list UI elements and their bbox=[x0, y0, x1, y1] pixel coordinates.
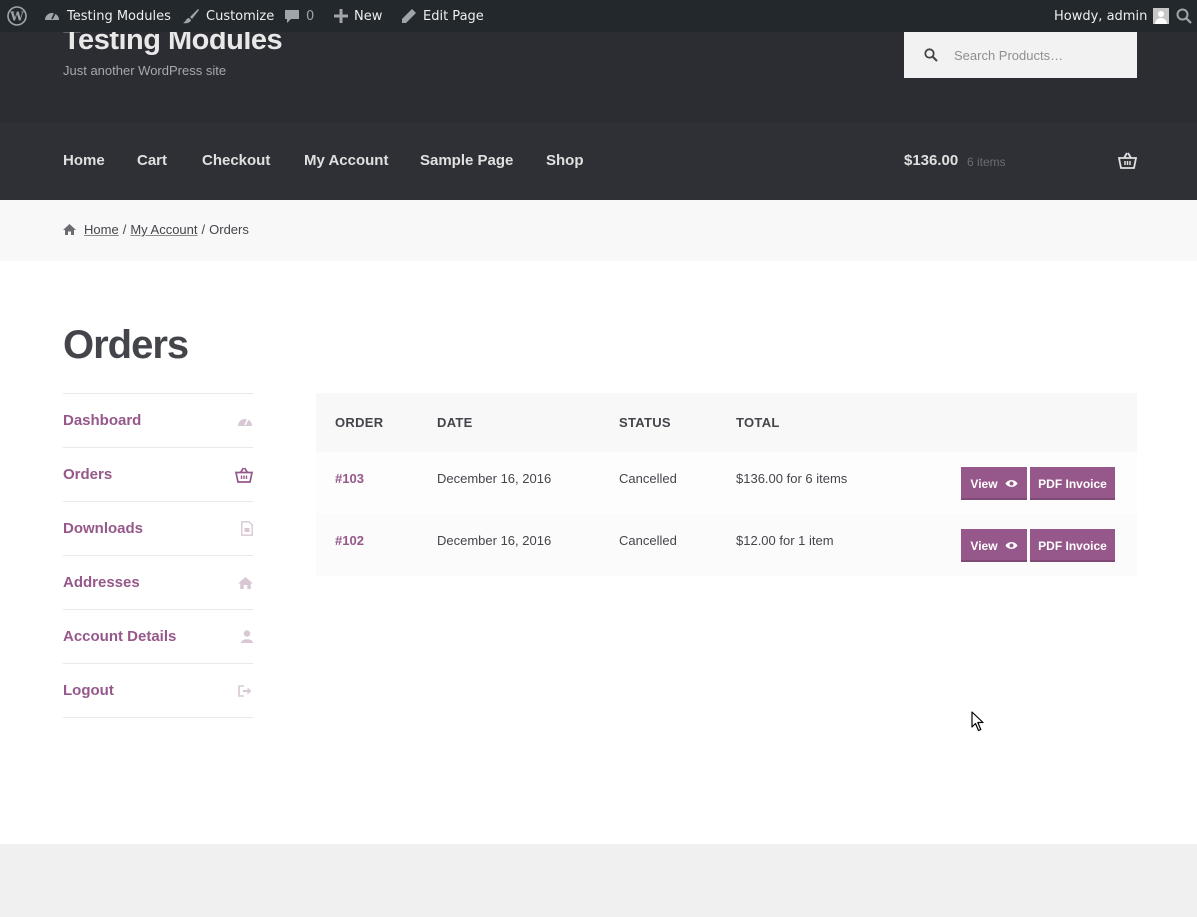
basket-icon bbox=[235, 467, 253, 483]
table-row: #102 December 16, 2016 Cancelled $12.00 … bbox=[316, 514, 1137, 576]
nav-item-checkout[interactable]: Checkout bbox=[202, 152, 270, 169]
file-icon bbox=[241, 521, 253, 536]
order-total: $12.00 for 1 item bbox=[736, 533, 834, 548]
table-row: #103 December 16, 2016 Cancelled $136.00… bbox=[316, 452, 1137, 514]
breadcrumb-home-link[interactable]: Home bbox=[84, 222, 119, 237]
dashboard-icon bbox=[238, 418, 252, 426]
breadcrumb-my-account-link[interactable]: My Account bbox=[130, 222, 197, 237]
user-icon bbox=[241, 630, 253, 643]
view-order-button[interactable]: View bbox=[961, 467, 1027, 500]
account-nav-label: Dashboard bbox=[63, 412, 142, 429]
adminbar-new[interactable]: New bbox=[334, 0, 382, 32]
adminbar-site-name-label: Testing Modules bbox=[67, 8, 171, 24]
adminbar-site-name[interactable]: Testing Modules bbox=[43, 0, 171, 32]
order-date: December 16, 2016 bbox=[437, 471, 552, 486]
table-header: ORDER DATE STATUS TOTAL bbox=[316, 393, 1137, 452]
wordpress-icon: W bbox=[7, 6, 27, 26]
search-icon bbox=[924, 48, 938, 62]
breadcrumb: Home / My Account / Orders bbox=[63, 222, 249, 237]
breadcrumb-separator: / bbox=[201, 222, 206, 237]
avatar bbox=[1153, 8, 1170, 24]
order-number-link[interactable]: #103 bbox=[335, 471, 364, 486]
adminbar-account[interactable]: Howdy, admin bbox=[1054, 0, 1170, 32]
view-button-label: View bbox=[970, 476, 998, 491]
admin-bar: W Testing Modules Customize 0 New Edit P… bbox=[0, 0, 1197, 32]
account-nav-label: Addresses bbox=[63, 574, 140, 591]
account-nav-label: Downloads bbox=[63, 520, 144, 537]
breadcrumb-separator: / bbox=[122, 222, 127, 237]
nav-item-my-account[interactable]: My Account bbox=[304, 152, 388, 169]
adminbar-edit-page-label: Edit Page bbox=[423, 8, 484, 24]
pdf-invoice-button[interactable]: PDF Invoice bbox=[1030, 467, 1115, 500]
adminbar-customize-label: Customize bbox=[206, 8, 275, 24]
adminbar-comments-count: 0 bbox=[306, 8, 315, 24]
pdf-invoice-button[interactable]: PDF Invoice bbox=[1030, 529, 1115, 562]
column-header-status: STATUS bbox=[619, 415, 671, 430]
column-header-order: ORDER bbox=[335, 415, 384, 430]
nav-item-home[interactable]: Home bbox=[63, 152, 105, 169]
column-header-total: TOTAL bbox=[736, 415, 780, 430]
adminbar-comments[interactable]: 0 bbox=[284, 0, 314, 32]
home-icon bbox=[238, 576, 253, 589]
column-header-date: DATE bbox=[437, 415, 473, 430]
basket-icon[interactable] bbox=[1118, 152, 1137, 170]
header-cart-count: 6 items bbox=[967, 155, 1006, 169]
account-nav-dashboard[interactable]: Dashboard bbox=[63, 394, 253, 448]
account-nav-label: Account Details bbox=[63, 628, 177, 645]
page-title: Orders bbox=[63, 323, 189, 367]
account-nav-label: Orders bbox=[63, 466, 113, 483]
wordpress-logo-button[interactable]: W bbox=[7, 0, 27, 32]
account-nav-account-details[interactable]: Account Details bbox=[63, 610, 253, 664]
breadcrumb-bar: Home / My Account / Orders bbox=[0, 200, 1197, 261]
nav-item-cart[interactable]: Cart bbox=[137, 152, 167, 169]
paintbrush-icon bbox=[183, 9, 199, 24]
account-nav-orders[interactable]: Orders bbox=[63, 448, 253, 502]
primary-navigation: Home Cart Checkout My Account Sample Pag… bbox=[0, 123, 1197, 200]
mouse-cursor-icon bbox=[971, 711, 984, 732]
main-content: Orders Dashboard Orders Downloads Addres… bbox=[0, 261, 1197, 844]
site-description: Just another WordPress site bbox=[63, 63, 227, 78]
adminbar-edit-page[interactable]: Edit Page bbox=[401, 0, 484, 32]
order-date: December 16, 2016 bbox=[437, 533, 552, 548]
adminbar-search[interactable] bbox=[1176, 0, 1192, 32]
orders-table: ORDER DATE STATUS TOTAL #103 December 16… bbox=[316, 393, 1137, 576]
site-footer bbox=[0, 844, 1197, 917]
header-cart-amount[interactable]: $136.00 bbox=[904, 152, 958, 169]
search-input[interactable] bbox=[944, 38, 1132, 72]
breadcrumb-current: Orders bbox=[209, 222, 249, 237]
nav-item-shop[interactable]: Shop bbox=[546, 152, 584, 169]
sign-out-icon bbox=[238, 684, 252, 697]
account-nav-label: Logout bbox=[63, 682, 114, 699]
plus-icon bbox=[334, 9, 348, 23]
adminbar-howdy-label: Howdy, admin bbox=[1054, 8, 1148, 24]
order-status: Cancelled bbox=[619, 533, 677, 548]
site-header: Testing Modules Just another WordPress s… bbox=[0, 24, 1197, 123]
eye-icon bbox=[1005, 542, 1018, 549]
order-number-link[interactable]: #102 bbox=[335, 533, 364, 548]
eye-icon bbox=[1005, 480, 1018, 487]
pencil-icon bbox=[402, 9, 416, 23]
svg-text:W: W bbox=[9, 10, 24, 24]
home-icon bbox=[63, 224, 76, 235]
order-total: $136.00 for 6 items bbox=[736, 471, 848, 486]
adminbar-new-label: New bbox=[354, 8, 383, 24]
search-icon bbox=[1176, 8, 1192, 24]
comment-icon bbox=[285, 10, 299, 23]
account-nav-addresses[interactable]: Addresses bbox=[63, 556, 253, 610]
account-nav-downloads[interactable]: Downloads bbox=[63, 502, 253, 556]
view-button-label: View bbox=[970, 538, 998, 553]
account-nav-logout[interactable]: Logout bbox=[63, 664, 253, 718]
dashboard-gauge-icon bbox=[45, 12, 59, 20]
view-order-button[interactable]: View bbox=[961, 529, 1027, 562]
adminbar-customize[interactable]: Customize bbox=[182, 0, 274, 32]
product-search bbox=[904, 32, 1137, 78]
order-status: Cancelled bbox=[619, 471, 677, 486]
account-navigation: Dashboard Orders Downloads Addresses Acc… bbox=[63, 393, 253, 718]
nav-item-sample-page[interactable]: Sample Page bbox=[420, 152, 513, 169]
